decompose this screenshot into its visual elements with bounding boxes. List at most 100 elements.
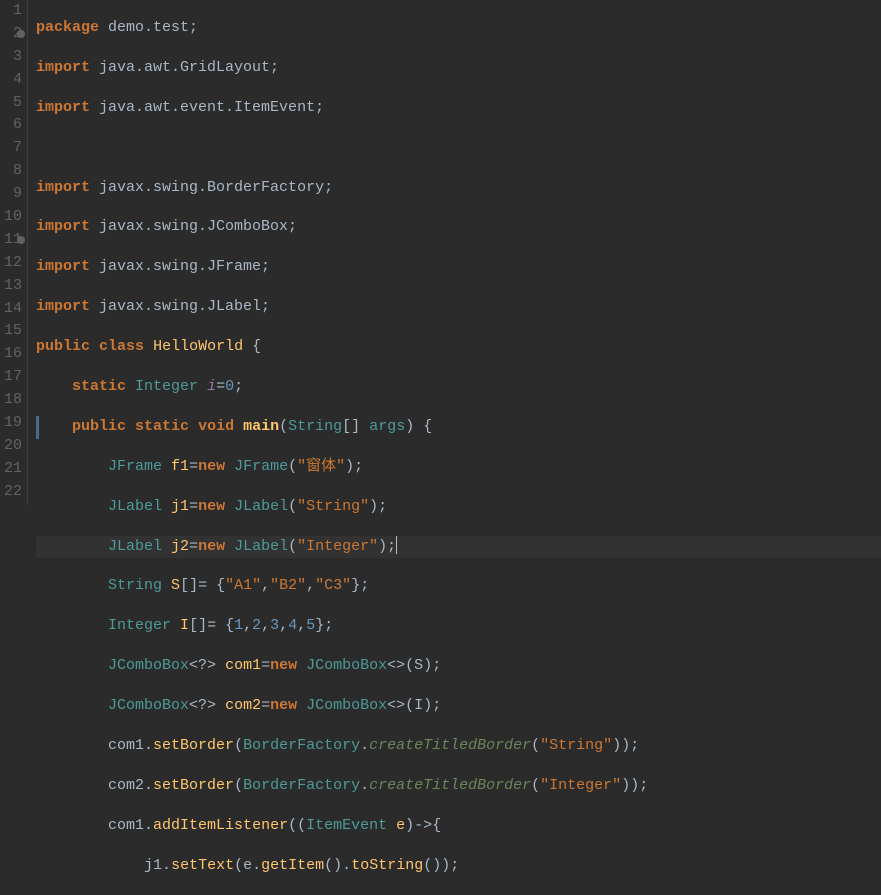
paren: ( xyxy=(288,538,297,555)
code-line[interactable]: JComboBox<?> com2=new JComboBox<>(I); xyxy=(36,695,881,718)
paren: ) xyxy=(333,857,342,874)
keyword: new xyxy=(198,538,225,555)
code-line[interactable]: String S[]= {"A1","B2","C3"}; xyxy=(36,575,881,598)
code-line[interactable]: j1.setText(e.getItem().toString()); xyxy=(36,855,881,878)
generics: <?> xyxy=(189,657,216,674)
keyword: public xyxy=(72,418,126,435)
code-line[interactable]: import javax.swing.JFrame; xyxy=(36,256,881,279)
line-number: 22 xyxy=(0,481,22,504)
code-line[interactable]: Integer I[]= {1,2,3,4,5}; xyxy=(36,615,881,638)
argument: I xyxy=(414,697,423,714)
string: "C3" xyxy=(315,577,351,594)
brace: { xyxy=(216,617,234,634)
line-number: 6 xyxy=(0,114,22,137)
import-path: javax.swing.BorderFactory; xyxy=(99,179,333,196)
semicolon: ; xyxy=(234,378,243,395)
line-number: 15 xyxy=(0,320,22,343)
line-number: 18 xyxy=(0,389,22,412)
type: JLabel xyxy=(108,538,162,555)
code-line[interactable]: import javax.swing.JLabel; xyxy=(36,296,881,319)
paren: ) xyxy=(345,458,354,475)
number: 4 xyxy=(288,617,297,634)
number: 5 xyxy=(306,617,315,634)
fold-marker-icon[interactable] xyxy=(17,30,25,38)
paren: ( xyxy=(423,857,432,874)
paren: ( xyxy=(405,697,414,714)
fold-marker-icon[interactable] xyxy=(17,236,25,244)
code-line[interactable]: com2.setBorder(BorderFactory.createTitle… xyxy=(36,775,881,798)
code-line[interactable]: import javax.swing.BorderFactory; xyxy=(36,177,881,200)
code-line[interactable]: import javax.swing.JComboBox; xyxy=(36,216,881,239)
code-line[interactable]: import java.awt.GridLayout; xyxy=(36,57,881,80)
keyword: new xyxy=(270,657,297,674)
keyword: import xyxy=(36,99,90,116)
keyword: new xyxy=(270,697,297,714)
comma: , xyxy=(279,617,288,634)
keyword: import xyxy=(36,59,90,76)
dot: . xyxy=(162,857,171,874)
line-number: 5 xyxy=(0,92,22,115)
object: j1 xyxy=(144,857,162,874)
type: ItemEvent xyxy=(306,817,387,834)
code-line[interactable] xyxy=(36,137,881,160)
code-line[interactable]: JComboBox<?> com1=new JComboBox<>(S); xyxy=(36,655,881,678)
method-name: main xyxy=(243,418,279,435)
brace: { xyxy=(252,338,261,355)
method-call: createTitledBorder xyxy=(369,777,531,794)
method-call: toString xyxy=(351,857,423,874)
code-line-current[interactable]: JLabel j2=new JLabel("Integer"); xyxy=(36,536,881,559)
operator: = xyxy=(261,657,270,674)
line-number: 13 xyxy=(0,275,22,298)
code-line[interactable]: com1.addItemListener((ItemEvent e)->{ xyxy=(36,815,881,838)
import-path: javax.swing.JFrame; xyxy=(99,258,270,275)
line-number: 9 xyxy=(0,183,22,206)
keyword: import xyxy=(36,179,90,196)
keyword: package xyxy=(36,19,99,36)
code-line[interactable]: JFrame f1=new JFrame("窗体"); xyxy=(36,456,881,479)
method-call: getItem xyxy=(261,857,324,874)
semicolon: ; xyxy=(450,857,459,874)
paren: ) xyxy=(405,418,414,435)
package-path: demo.test; xyxy=(108,19,198,36)
string: "Integer" xyxy=(297,538,378,555)
comma: , xyxy=(261,617,270,634)
object: com1 xyxy=(108,737,144,754)
code-line[interactable]: com1.setBorder(BorderFactory.createTitle… xyxy=(36,735,881,758)
brace: } xyxy=(315,617,324,634)
paren: ) xyxy=(369,498,378,515)
paren: ( xyxy=(297,817,306,834)
constructor: JLabel xyxy=(234,498,288,515)
code-editor[interactable]: package demo.test; import java.awt.GridL… xyxy=(28,0,881,505)
code-line[interactable]: package demo.test; xyxy=(36,17,881,40)
variable: I xyxy=(180,617,189,634)
operator: = xyxy=(216,378,225,395)
import-path: javax.swing.JLabel; xyxy=(99,298,270,315)
semicolon: ; xyxy=(324,617,333,634)
dot: . xyxy=(360,737,369,754)
constructor: JLabel xyxy=(234,538,288,555)
code-line[interactable]: JLabel j1=new JLabel("String"); xyxy=(36,496,881,519)
paren: ) xyxy=(441,857,450,874)
code-line[interactable]: public static void main(String[] args) { xyxy=(36,416,881,439)
constructor: JComboBox xyxy=(306,697,387,714)
operator: = xyxy=(261,697,270,714)
line-number: 19 xyxy=(0,412,22,435)
import-path: javax.swing.JComboBox; xyxy=(99,218,297,235)
string: "B2" xyxy=(270,577,306,594)
code-line[interactable]: public class HelloWorld { xyxy=(36,336,881,359)
string: "Integer" xyxy=(540,777,621,794)
line-number: 20 xyxy=(0,435,22,458)
keyword: class xyxy=(99,338,144,355)
paren: ( xyxy=(288,458,297,475)
method-call: createTitledBorder xyxy=(369,737,531,754)
keyword: import xyxy=(36,298,90,315)
type: JComboBox xyxy=(108,657,189,674)
dot: . xyxy=(342,857,351,874)
code-line[interactable]: import java.awt.event.ItemEvent; xyxy=(36,97,881,120)
paren: ( xyxy=(234,857,243,874)
dot: . xyxy=(144,737,153,754)
variable: i xyxy=(207,378,216,395)
code-line[interactable]: static Integer i=0; xyxy=(36,376,881,399)
import-path: java.awt.event.ItemEvent; xyxy=(99,99,324,116)
gutter: 1 2 3 4 5 6 7 8 9 10 11 12 13 14 15 16 1… xyxy=(0,0,28,505)
